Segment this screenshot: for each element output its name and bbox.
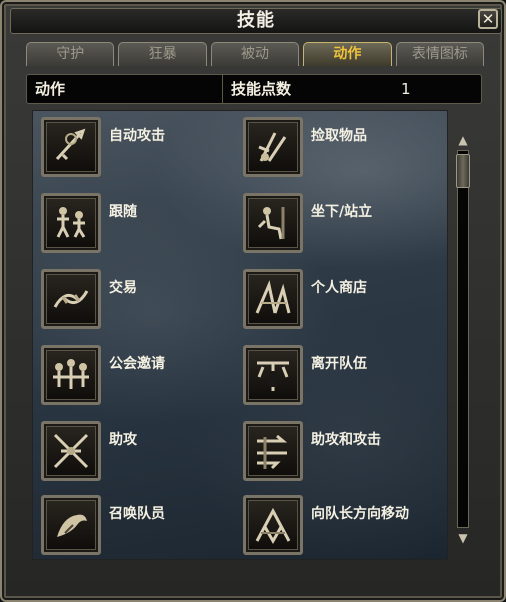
skill-private-store[interactable]: 个人商店 [243,269,443,335]
follow-icon [41,193,101,253]
skill-points-label: 技能点数 [231,80,292,98]
skill-follow[interactable]: 跟随 [41,193,241,259]
tab-berserk[interactable]: 狂暴 [118,42,207,66]
window-title: 技能 [237,10,275,31]
scroll-down-button[interactable]: ▼ [454,530,472,546]
triangle-up-icon: ▲ [458,133,468,147]
skill-label: 个人商店 [311,280,367,296]
skill-sit-stand[interactable]: 坐下/站立 [243,193,443,259]
scroll-up-button[interactable]: ▲ [454,132,472,148]
pickup-icon [243,117,303,177]
auto-attack-icon [41,117,101,177]
sit-stand-icon [243,193,303,253]
summon-member-icon [41,495,101,555]
close-icon: ✕ [481,10,495,28]
skill-label: 向队长方向移动 [311,506,409,522]
leave-party-icon [243,345,303,405]
tab-passive[interactable]: 被动 [210,42,300,66]
tab-actions[interactable]: 动作 [303,42,392,66]
skill-assist-attack[interactable]: 助攻和攻击 [243,421,443,487]
tab-emotes[interactable]: 表情图标 [395,42,485,66]
trade-icon [41,269,101,329]
skill-assist[interactable]: 助攻 [41,421,241,487]
tab-guard[interactable]: 守护 [26,42,115,66]
skill-list: 自动攻击 捡取物品 跟随 坐下/站立 交易 个人商店 公会邀请 离开队伍 助攻 … [32,110,448,560]
guild-invite-icon [41,345,101,405]
tab-bar: 守护 狂暴 被动 动作 表情图标 [26,42,485,68]
triangle-down-icon: ▼ [458,531,468,545]
skill-pickup[interactable]: 捡取物品 [243,117,443,183]
skill-summon-member[interactable]: 召唤队员 [41,495,241,559]
move-to-leader-icon [243,495,303,555]
vertical-scrollbar[interactable]: ▲ ▼ [452,132,474,546]
category-label: 动作 [27,75,223,103]
skill-guild-invite[interactable]: 公会邀请 [41,345,241,411]
skill-label: 交易 [109,280,137,296]
skill-label: 离开队伍 [311,356,367,372]
skill-label: 召唤队员 [109,506,165,522]
skill-trade[interactable]: 交易 [41,269,241,335]
skill-label: 公会邀请 [109,356,165,372]
skill-label: 坐下/站立 [311,204,373,220]
assist-attack-icon [243,421,303,481]
skill-label: 助攻 [109,432,137,448]
scroll-thumb[interactable] [456,154,470,188]
info-bar: 动作 技能点数 1 [26,74,482,104]
skills-window: 技能 ✕ 守护 狂暴 被动 动作 表情图标 动作 技能点数 1 自动攻击 捡取物… [0,0,506,602]
assist-icon [41,421,101,481]
scroll-track[interactable] [457,150,469,528]
skill-label: 捡取物品 [311,128,367,144]
skill-auto-attack[interactable]: 自动攻击 [41,117,241,183]
close-button[interactable]: ✕ [478,9,498,29]
skill-label: 自动攻击 [109,128,165,144]
skill-label: 助攻和攻击 [311,432,381,448]
private-store-icon [243,269,303,329]
skill-leave-party[interactable]: 离开队伍 [243,345,443,411]
skill-move-to-leader[interactable]: 向队长方向移动 [243,495,443,559]
skill-label: 跟随 [109,204,137,220]
title-bar[interactable]: 技能 [10,8,502,34]
skill-points-value: 1 [401,80,411,98]
